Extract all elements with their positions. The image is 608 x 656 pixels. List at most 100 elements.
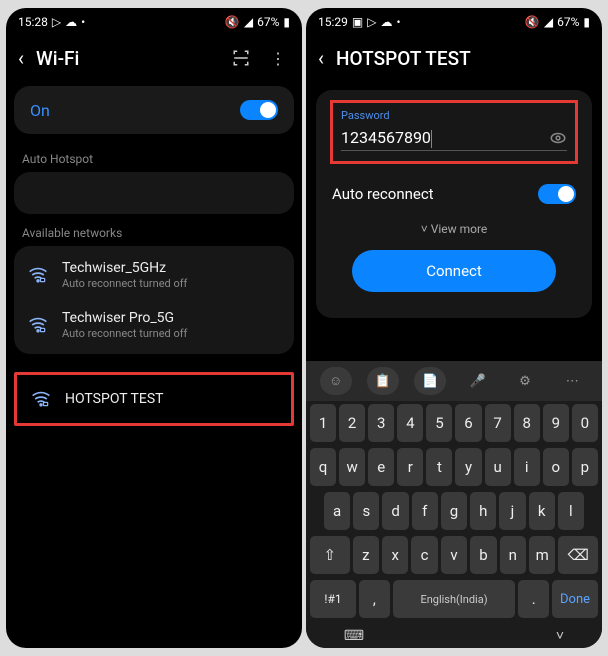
key[interactable]: 8 [514, 404, 540, 442]
network-item[interactable]: Techwiser_5GHz Auto reconnect turned off [14, 250, 294, 300]
key-shift[interactable]: ⇧ [310, 536, 350, 574]
network-name: HOTSPOT TEST [65, 391, 277, 407]
battery-text: 67% [557, 15, 579, 29]
key-backspace[interactable]: ⌫ [558, 536, 598, 574]
phone-left: 15:28 ▷ ☁ • 🔇 ◢ 67% ▮ ‹ Wi-Fi ⋮ On A [6, 8, 302, 648]
key[interactable]: y [455, 448, 481, 486]
status-time: 15:29 [318, 15, 348, 29]
highlighted-network: HOTSPOT TEST [14, 372, 294, 426]
password-input[interactable]: 1234567890 [341, 128, 549, 148]
keyboard-row-4: !#1 , English(India) . Done [306, 577, 602, 621]
keyboard-row-2: a s d f g h j k l [306, 489, 602, 533]
wifi-toggle-row[interactable]: On [14, 86, 294, 134]
network-item[interactable]: Techwiser Pro_5G Auto reconnect turned o… [14, 300, 294, 350]
key-symbols[interactable]: !#1 [310, 580, 356, 618]
more-icon[interactable]: ⋮ [266, 49, 290, 68]
key[interactable]: w [339, 448, 365, 486]
key-period[interactable]: . [518, 580, 549, 618]
password-label: Password [341, 109, 567, 122]
status-icon: • [81, 15, 85, 29]
keyboard: ☺ 📋 📄 🎤 ⚙ ⋯ 1 2 3 4 5 6 7 8 9 0 q [306, 361, 602, 648]
kb-more-icon[interactable]: ⋯ [556, 367, 588, 395]
signal-icon: ◢ [244, 15, 253, 29]
key[interactable]: 1 [310, 404, 336, 442]
key[interactable]: 7 [485, 404, 511, 442]
key[interactable]: v [441, 536, 467, 574]
key[interactable]: x [382, 536, 408, 574]
keyboard-row-3: ⇧ z x c v b n m ⌫ [306, 533, 602, 577]
key[interactable]: j [499, 492, 525, 530]
key[interactable]: d [382, 492, 408, 530]
key[interactable]: k [529, 492, 555, 530]
key-space[interactable]: English(India) [393, 580, 516, 618]
key[interactable]: f [412, 492, 438, 530]
key[interactable]: a [324, 492, 350, 530]
key[interactable]: 5 [426, 404, 452, 442]
key[interactable]: b [470, 536, 496, 574]
wifi-lock-icon [28, 265, 48, 285]
key[interactable]: i [514, 448, 540, 486]
key-done[interactable]: Done [552, 580, 598, 618]
key[interactable]: 3 [368, 404, 394, 442]
network-item[interactable]: HOTSPOT TEST [17, 375, 291, 423]
wifi-switch[interactable] [240, 100, 278, 120]
keyboard-toolbar: ☺ 📋 📄 🎤 ⚙ ⋯ [306, 361, 602, 401]
key[interactable]: 0 [572, 404, 598, 442]
key[interactable]: h [470, 492, 496, 530]
kb-emoji-icon[interactable]: ☺ [320, 367, 352, 395]
key[interactable]: s [353, 492, 379, 530]
back-icon[interactable]: ‹ [318, 46, 324, 70]
status-icon: • [396, 15, 400, 29]
kb-text-icon[interactable]: 📄 [414, 367, 446, 395]
key[interactable]: p [572, 448, 598, 486]
key[interactable]: n [500, 536, 526, 574]
battery-icon: ▮ [583, 15, 590, 29]
key[interactable]: r [397, 448, 423, 486]
key[interactable]: u [485, 448, 511, 486]
auto-reconnect-row[interactable]: Auto reconnect [330, 176, 578, 212]
auto-reconnect-switch[interactable] [538, 184, 576, 204]
auto-hotspot-card[interactable] [14, 172, 294, 214]
connect-button[interactable]: Connect [352, 250, 556, 292]
nav-bar: ⌨ ˅ [306, 621, 602, 648]
key[interactable]: g [441, 492, 467, 530]
key[interactable]: 4 [397, 404, 423, 442]
kb-mic-icon[interactable]: 🎤 [462, 367, 494, 395]
key[interactable]: m [529, 536, 555, 574]
page-title: HOTSPOT TEST [336, 47, 590, 70]
status-bar: 15:28 ▷ ☁ • 🔇 ◢ 67% ▮ [6, 8, 302, 36]
eye-icon[interactable] [549, 129, 567, 147]
status-icon: ▷ [52, 15, 61, 29]
back-icon[interactable]: ‹ [18, 46, 24, 70]
available-networks-label: Available networks [6, 214, 302, 246]
view-more-button[interactable]: ˅ View more [330, 212, 578, 246]
password-highlight: Password 1234567890 [330, 100, 578, 164]
key[interactable]: l [558, 492, 584, 530]
key[interactable]: z [353, 536, 379, 574]
status-icon: ▣ [352, 15, 363, 29]
mute-icon: 🔇 [225, 15, 240, 29]
key[interactable]: 6 [455, 404, 481, 442]
keyboard-row-numbers: 1 2 3 4 5 6 7 8 9 0 [306, 401, 602, 445]
kb-clipboard-icon[interactable]: 📋 [367, 367, 399, 395]
key-comma[interactable]: , [359, 580, 390, 618]
battery-text: 67% [257, 15, 279, 29]
network-subtitle: Auto reconnect turned off [62, 277, 280, 290]
wifi-toggle-label: On [30, 101, 50, 120]
qr-scan-icon[interactable] [228, 49, 254, 67]
key[interactable]: 9 [543, 404, 569, 442]
status-icon: ☁ [380, 15, 392, 29]
nav-keyboard-icon[interactable]: ⌨ [344, 628, 364, 644]
page-title: Wi-Fi [36, 47, 216, 70]
key[interactable]: c [411, 536, 437, 574]
key[interactable]: o [543, 448, 569, 486]
network-list: Techwiser_5GHz Auto reconnect turned off… [14, 246, 294, 354]
kb-settings-icon[interactable]: ⚙ [509, 367, 541, 395]
key[interactable]: e [368, 448, 394, 486]
key[interactable]: t [426, 448, 452, 486]
nav-down-icon[interactable]: ˅ [556, 627, 564, 644]
header: ‹ HOTSPOT TEST [306, 36, 602, 80]
status-time: 15:28 [18, 15, 48, 29]
key[interactable]: q [310, 448, 336, 486]
key[interactable]: 2 [339, 404, 365, 442]
